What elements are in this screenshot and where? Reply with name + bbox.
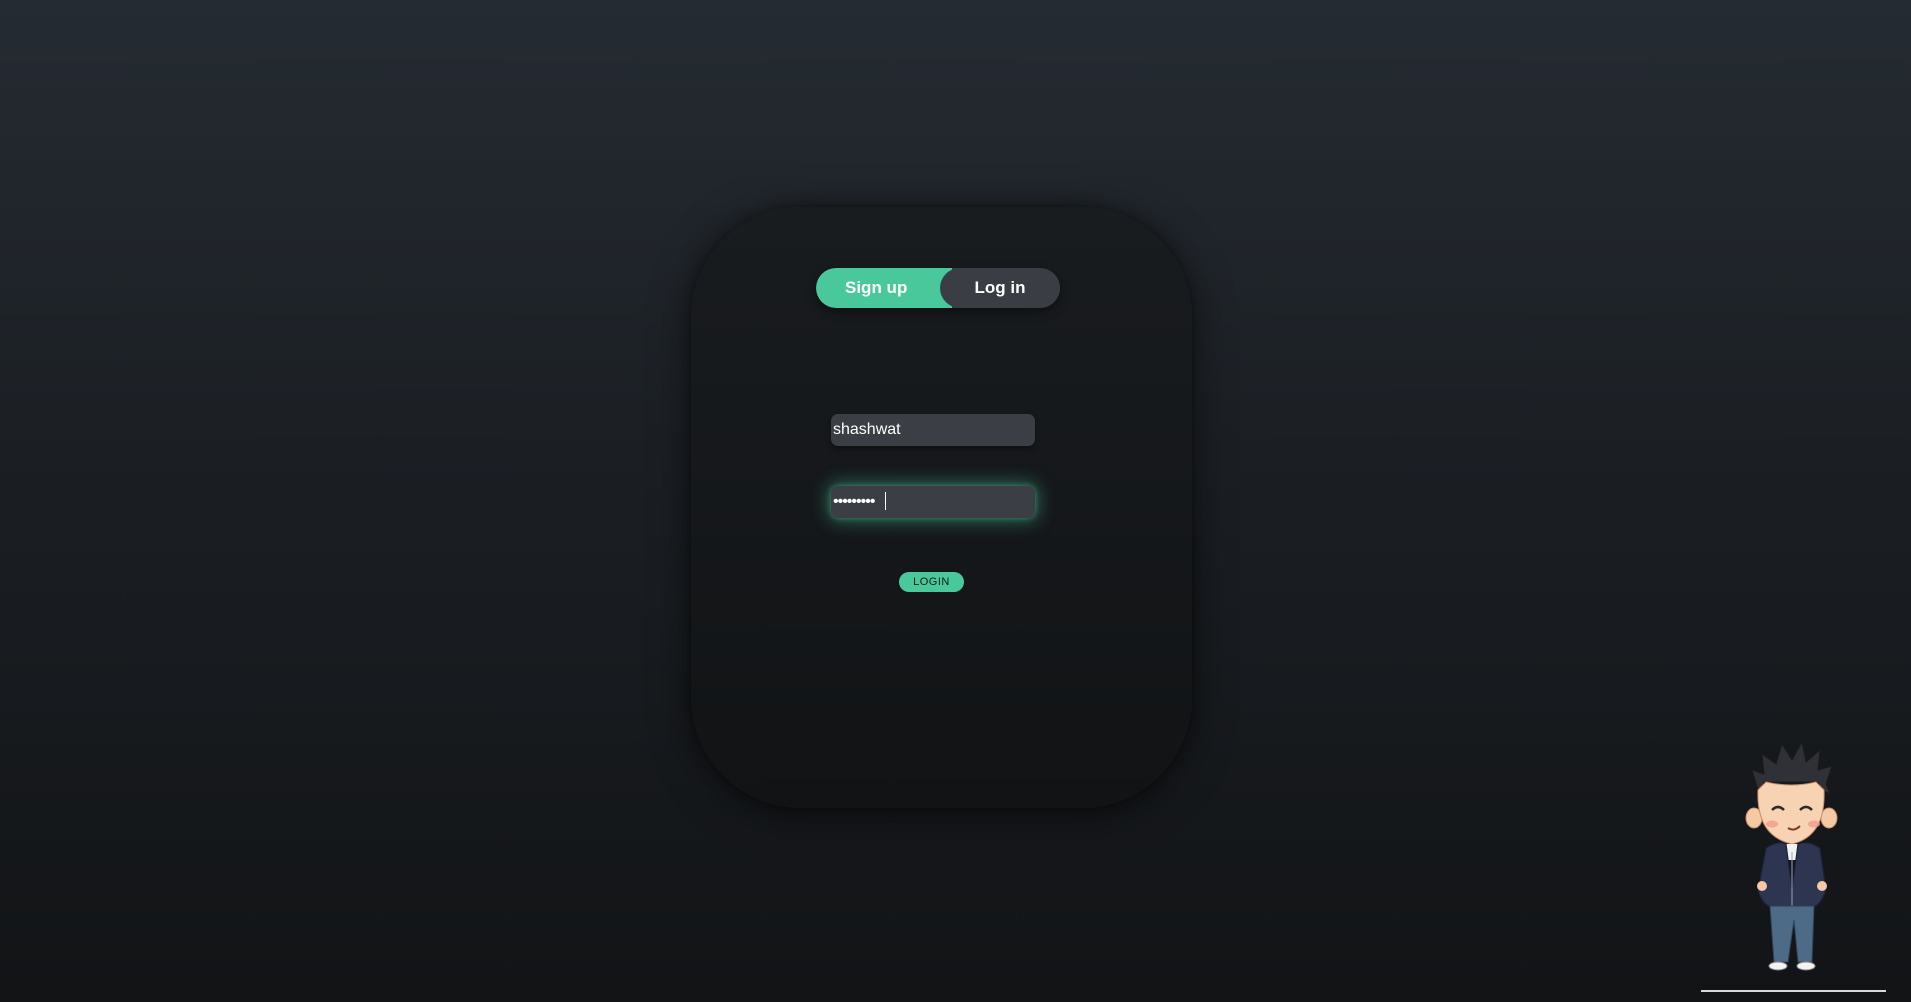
ground-line	[1701, 990, 1886, 992]
right-ear	[1820, 807, 1838, 829]
login-tab[interactable]: Log in	[940, 268, 1060, 308]
signup-tab[interactable]: Sign up	[816, 268, 952, 308]
face	[1757, 781, 1825, 845]
username-input[interactable]	[831, 414, 1035, 446]
left-shoe	[1768, 961, 1788, 971]
password-input[interactable]	[831, 486, 1035, 518]
jeans	[1769, 905, 1815, 963]
right-shoe	[1796, 961, 1816, 971]
text-caret	[885, 492, 886, 510]
login-button[interactable]: LOGIN	[899, 572, 964, 592]
cartoon-character-illustration	[1745, 740, 1838, 971]
auth-mode-toggle: Sign up Log in	[816, 268, 1060, 308]
